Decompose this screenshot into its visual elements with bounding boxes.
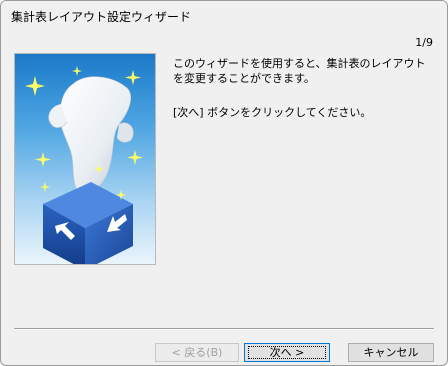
next-button[interactable]: 次へ >	[244, 343, 330, 362]
wizard-window: 集計表レイアウト設定ウィザード 1/9 このウィザードを使用すると、集計表のレイ…	[0, 0, 448, 366]
title-bar[interactable]: 集計表レイアウト設定ウィザード	[1, 1, 447, 33]
wizard-illustration	[14, 53, 156, 265]
back-button[interactable]: < 戻る(B)	[155, 343, 239, 362]
wizard-description: このウィザードを使用すると、集計表のレイアウトを変更することができます。	[173, 57, 426, 85]
page-indicator: 1/9	[415, 36, 433, 49]
focus-ring	[248, 346, 326, 359]
wizard-instruction: [次へ] ボタンをクリックしてください。	[173, 106, 372, 119]
wizard-box-document-icon	[25, 66, 143, 264]
footer-divider	[14, 328, 434, 330]
window-title: 集計表レイアウト設定ウィザード	[11, 10, 192, 24]
cancel-button[interactable]: キャンセル	[348, 343, 434, 362]
